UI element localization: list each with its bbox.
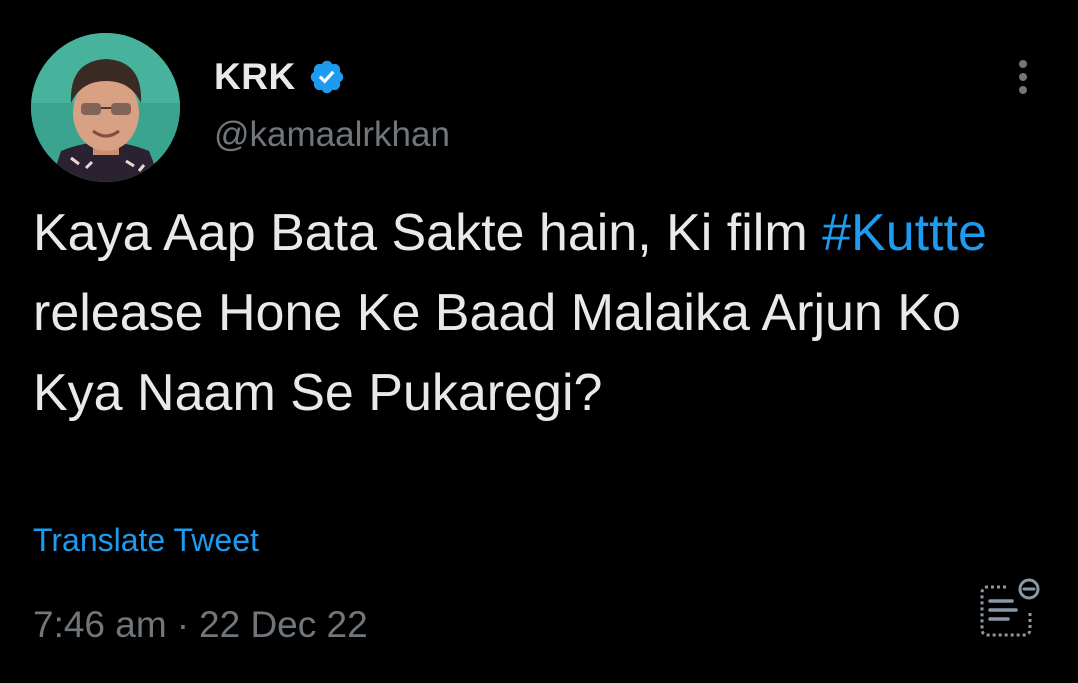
avatar-image [31, 33, 180, 182]
hashtag-link[interactable]: #Kuttte [822, 204, 987, 262]
tweet: KRK @kamaalrkhan Kaya Aap Bata Sakte hai… [0, 0, 1078, 683]
tweet-analytics-icon [980, 578, 1040, 637]
more-options-button[interactable] [1006, 58, 1040, 98]
tweet-time[interactable]: 7:46 am [33, 604, 167, 645]
tweet-text: Kaya Aap Bata Sakte hain, Ki film #Kuttt… [33, 193, 1043, 433]
translate-tweet-link[interactable]: Translate Tweet [33, 522, 259, 559]
author-handle[interactable]: @kamaalrkhan [214, 115, 450, 155]
more-vertical-icon [1019, 60, 1027, 94]
tweet-metadata: 7:46 am · 22 Dec 22 [33, 604, 368, 646]
meta-separator: · [176, 604, 190, 645]
tweet-analytics-button[interactable] [976, 577, 1042, 641]
tweet-text-part: release Hone Ke Baad Malaika Arjun Ko Ky… [33, 284, 961, 422]
display-name[interactable]: KRK [214, 56, 296, 98]
avatar[interactable] [31, 33, 180, 182]
author-name-row[interactable]: KRK [214, 55, 346, 99]
tweet-date[interactable]: 22 Dec 22 [199, 604, 368, 645]
tweet-text-part: Kaya Aap Bata Sakte hain, Ki film [33, 204, 823, 262]
verified-badge-icon [310, 60, 343, 94]
